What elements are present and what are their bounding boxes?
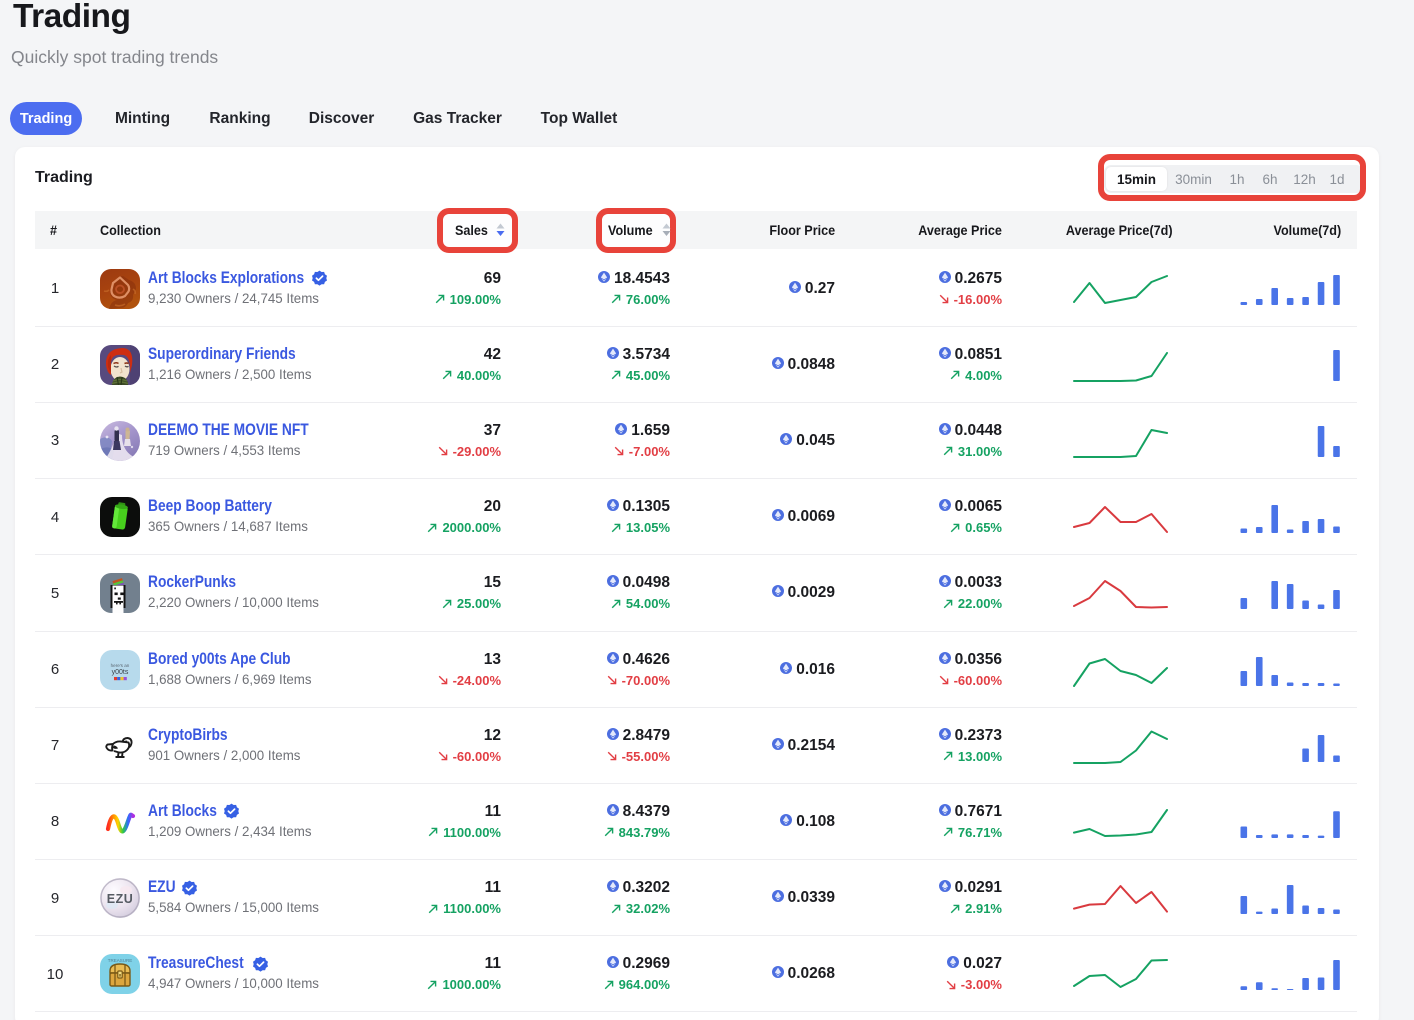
svg-text:TREASURE: TREASURE [108,958,133,963]
svg-text:here's an: here's an [111,663,130,668]
svg-text:EZU: EZU [107,892,134,906]
svg-text:y00ts: y00ts [112,669,129,676]
